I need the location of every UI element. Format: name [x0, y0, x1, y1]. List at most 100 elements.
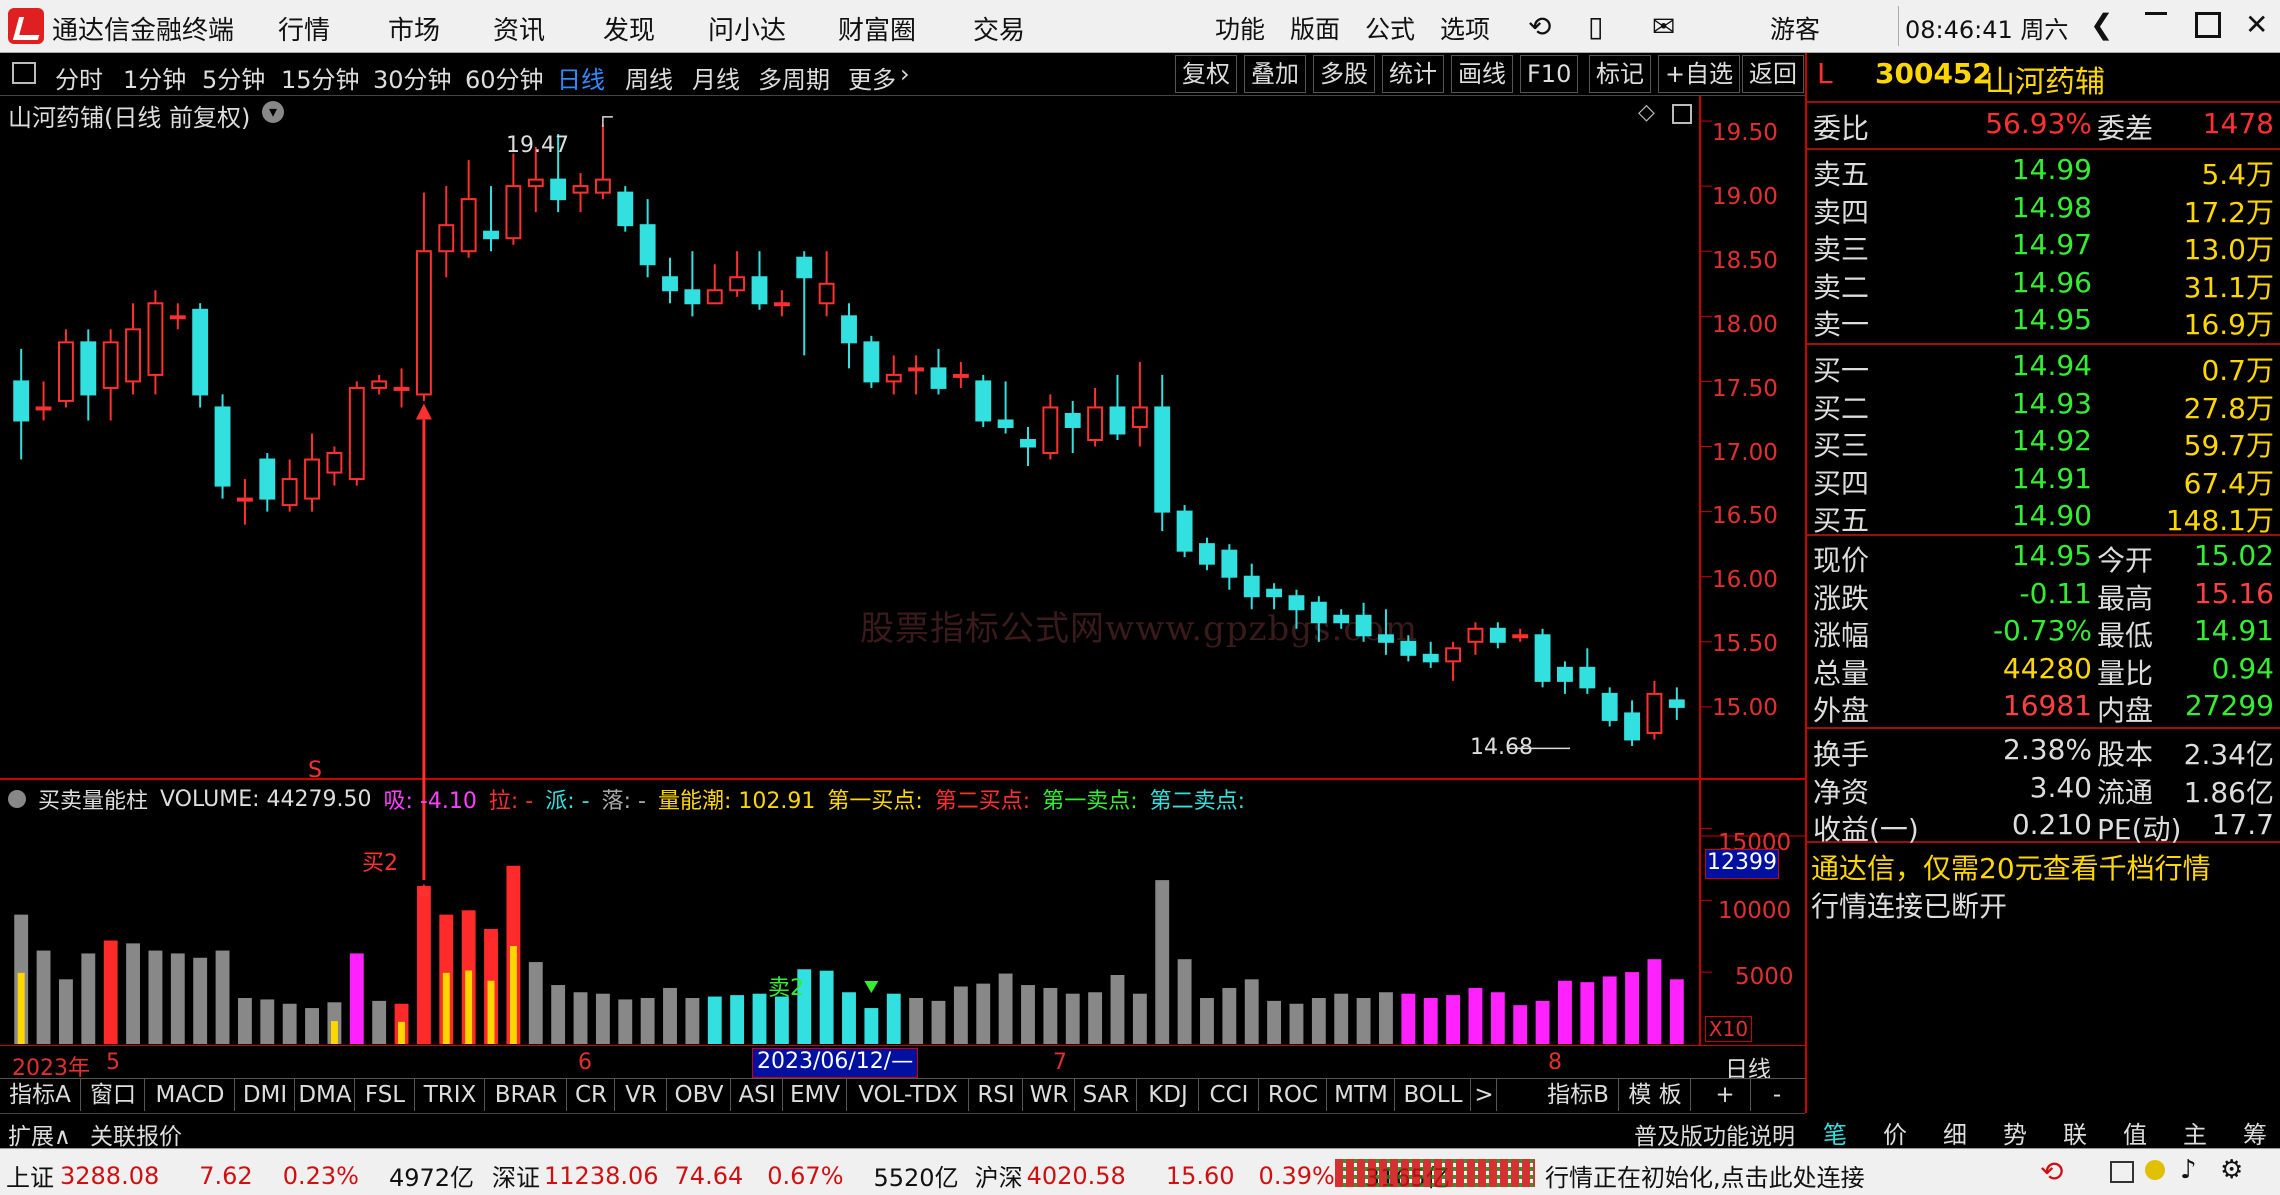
- window-icon[interactable]: [2110, 1161, 2134, 1183]
- tab-detail[interactable]: 细: [1943, 1115, 1967, 1150]
- sz-label[interactable]: 深证: [492, 1158, 540, 1193]
- bid-label: 买一: [1813, 354, 1870, 387]
- chevron-down-icon[interactable]: [8, 790, 26, 808]
- candle-body: [259, 458, 276, 500]
- period-5min[interactable]: 5分钟: [202, 60, 265, 95]
- tab-brar[interactable]: BRAR: [486, 1079, 567, 1111]
- tab-vr[interactable]: VR: [616, 1079, 667, 1111]
- tab-dma[interactable]: DMA: [296, 1079, 355, 1111]
- menu-options[interactable]: 选项: [1440, 10, 1490, 46]
- menu-trade[interactable]: 交易: [973, 10, 1025, 47]
- tab-add[interactable]: +: [1700, 1079, 1751, 1111]
- menu-quotes[interactable]: 行情: [278, 10, 330, 47]
- period-monthly[interactable]: 月线: [692, 60, 740, 95]
- extend-button[interactable]: 扩展∧: [8, 1117, 71, 1151]
- tab-sar[interactable]: SAR: [1076, 1079, 1137, 1111]
- btn-adjust[interactable]: 复权: [1175, 55, 1237, 93]
- mail-icon[interactable]: ✉: [1652, 10, 1675, 43]
- panel-toggle-icon[interactable]: [12, 62, 36, 84]
- bid-row: 买三 14.92 59.7万: [1807, 424, 2280, 462]
- user-label[interactable]: 游客: [1770, 10, 1820, 46]
- btn-multi-stock[interactable]: 多股: [1313, 55, 1375, 93]
- menu-discover[interactable]: 发现: [603, 10, 655, 47]
- related-quotes-button[interactable]: 关联报价: [90, 1117, 182, 1151]
- tab-cci[interactable]: CCI: [1200, 1079, 1259, 1111]
- btn-add-watch[interactable]: +自选: [1658, 55, 1741, 93]
- btn-back[interactable]: 返回: [1742, 55, 1804, 93]
- btn-draw[interactable]: 画线: [1451, 55, 1513, 93]
- reconnect-icon[interactable]: ⟲: [2040, 1155, 2063, 1188]
- menu-ask-xiaoda[interactable]: 问小达: [708, 10, 786, 47]
- tab-roc[interactable]: ROC: [1260, 1079, 1327, 1111]
- candle-body: [147, 302, 164, 376]
- coin-icon[interactable]: [2145, 1160, 2165, 1180]
- tab-price[interactable]: 价: [1883, 1115, 1907, 1150]
- tab-kdj[interactable]: KDJ: [1138, 1079, 1199, 1111]
- sh-label[interactable]: 上证: [6, 1158, 54, 1193]
- menu-wealth-circle[interactable]: 财富圈: [838, 10, 916, 47]
- market-breadth-icon[interactable]: [1335, 1159, 1535, 1187]
- tab-value[interactable]: 值: [2123, 1115, 2147, 1150]
- tab-cr[interactable]: CR: [568, 1079, 615, 1111]
- speaker-icon[interactable]: ♪: [2180, 1155, 2197, 1185]
- period-60min[interactable]: 60分钟: [465, 60, 544, 95]
- btn-f10[interactable]: F10: [1520, 55, 1579, 93]
- maximize-icon[interactable]: [2195, 12, 2221, 38]
- tab-link[interactable]: 联: [2063, 1115, 2087, 1150]
- tab-indicator-a[interactable]: 指标A: [0, 1079, 81, 1111]
- tab-macd[interactable]: MACD: [146, 1079, 235, 1111]
- menu-news[interactable]: 资讯: [493, 10, 545, 47]
- candle-body: [304, 458, 320, 500]
- tab-wr[interactable]: WR: [1024, 1079, 1075, 1111]
- tab-mtm[interactable]: MTM: [1328, 1079, 1395, 1111]
- tab-emv[interactable]: EMV: [784, 1079, 847, 1111]
- stat-value: 2.38%: [2003, 733, 2092, 766]
- period-weekly[interactable]: 周线: [625, 60, 673, 95]
- period-daily[interactable]: 日线: [557, 60, 605, 95]
- period-intraday[interactable]: 分时: [55, 60, 103, 95]
- tab-indicator-b[interactable]: 指标B: [1538, 1079, 1619, 1111]
- volume-bar: [1334, 993, 1349, 1044]
- menu-layout[interactable]: 版面: [1290, 10, 1340, 46]
- tab-rsi[interactable]: RSI: [970, 1079, 1023, 1111]
- help-link[interactable]: 普及版功能说明: [1634, 1117, 1795, 1151]
- hs-index: 4020.58: [1026, 1161, 1126, 1190]
- chevron-right-icon[interactable]: ›: [900, 60, 910, 88]
- hs-label[interactable]: 沪深: [975, 1158, 1023, 1193]
- tab-obv[interactable]: OBV: [668, 1079, 731, 1111]
- period-30min[interactable]: 30分钟: [373, 60, 452, 95]
- tab-more[interactable]: >: [1472, 1079, 1497, 1111]
- btn-mark[interactable]: 标记: [1589, 55, 1651, 93]
- period-multi[interactable]: 多周期: [758, 60, 830, 95]
- close-icon[interactable]: ✕: [2245, 8, 2268, 41]
- tab-dmi[interactable]: DMI: [236, 1079, 295, 1111]
- tab-window[interactable]: 窗口: [82, 1079, 145, 1111]
- refresh-icon[interactable]: ⟲: [1528, 10, 1551, 43]
- tab-asi[interactable]: ASI: [732, 1079, 783, 1111]
- status-message[interactable]: 行情正在初始化,点击此处连接: [1545, 1158, 1865, 1193]
- tab-vol-tdx[interactable]: VOL-TDX: [848, 1079, 969, 1111]
- btn-stats[interactable]: 统计: [1382, 55, 1444, 93]
- tab-trend[interactable]: 势: [2003, 1115, 2027, 1150]
- promo-text[interactable]: 通达信，仅需20元查看千档行情: [1811, 847, 2211, 887]
- tab-fsl[interactable]: FSL: [356, 1079, 415, 1111]
- menu-formula[interactable]: 公式: [1365, 10, 1415, 46]
- tab-boll[interactable]: BOLL: [1396, 1079, 1471, 1111]
- minimize-icon[interactable]: [2145, 12, 2167, 15]
- btn-overlay[interactable]: 叠加: [1244, 55, 1306, 93]
- period-1min[interactable]: 1分钟: [123, 60, 186, 95]
- menu-functions[interactable]: 功能: [1215, 10, 1265, 46]
- phone-icon[interactable]: ▯: [1588, 10, 1603, 43]
- back-arrow-icon[interactable]: ❮: [2090, 8, 2113, 41]
- sh-index: 3288.08: [60, 1161, 160, 1190]
- tab-remove[interactable]: -: [1752, 1079, 1802, 1111]
- tab-main[interactable]: 主: [2183, 1115, 2207, 1150]
- period-15min[interactable]: 15分钟: [281, 60, 360, 95]
- tab-ticks[interactable]: 笔: [1823, 1115, 1847, 1150]
- menu-market[interactable]: 市场: [388, 10, 440, 47]
- gear-icon[interactable]: ⚙: [2220, 1155, 2243, 1185]
- tab-chips[interactable]: 筹: [2243, 1115, 2267, 1150]
- tab-template[interactable]: 模 板: [1620, 1079, 1691, 1111]
- tab-trix[interactable]: TRIX: [416, 1079, 485, 1111]
- period-more[interactable]: 更多: [848, 60, 896, 95]
